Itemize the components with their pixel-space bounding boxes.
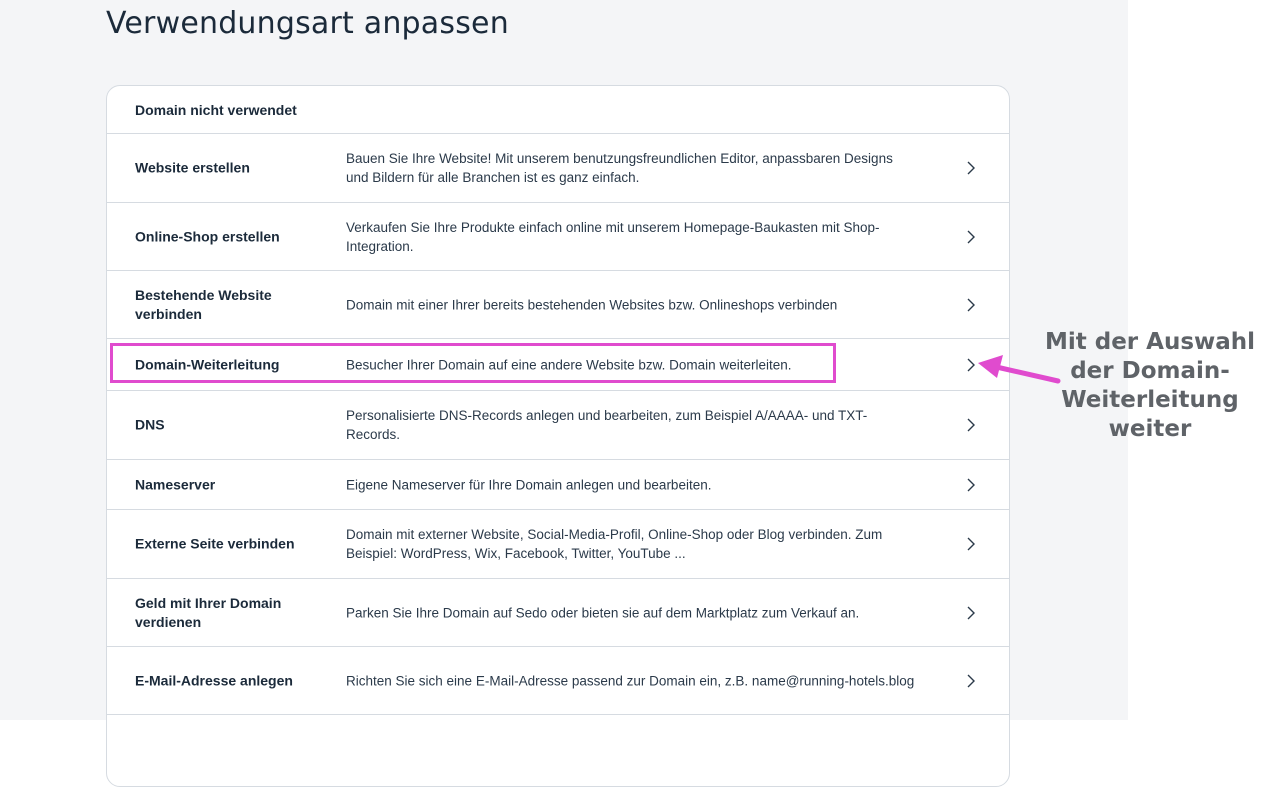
option-title: Online-Shop erstellen — [135, 228, 280, 244]
usage-type-panel: Domain nicht verwendet Website erstellen… — [106, 85, 1010, 787]
option-bestehende-website-verbinden[interactable]: Bestehende Website verbinden Domain mit … — [107, 271, 1009, 339]
option-description: Parken Sie Ihre Domain auf Sedo oder bie… — [346, 605, 860, 620]
option-next-row[interactable] — [107, 715, 1009, 783]
option-description: Richten Sie sich eine E-Mail-Adresse pas… — [346, 673, 915, 688]
chevron-right-icon[interactable] — [965, 160, 977, 176]
option-description: Verkaufen Sie Ihre Produkte einfach onli… — [346, 219, 880, 254]
chevron-right-icon[interactable] — [965, 417, 977, 433]
option-title: Nameserver — [135, 476, 216, 492]
annotation-text: Mit der Auswahl der Domain-Weiterleitung… — [1044, 329, 1256, 442]
option-description: Eigene Nameserver für Ihre Domain anlege… — [346, 477, 712, 492]
chevron-right-icon[interactable] — [965, 297, 977, 313]
chevron-right-icon[interactable] — [965, 536, 977, 552]
option-description: Domain mit externer Website, Social-Medi… — [346, 527, 883, 561]
option-title: Externe Seite verbinden — [135, 535, 295, 552]
option-description: Besucher Ihrer Domain auf eine andere We… — [346, 357, 792, 372]
page-title: Verwendungsart anpassen — [106, 6, 509, 41]
option-online-shop-erstellen[interactable]: Online-Shop erstellen Verkaufen Sie Ihre… — [107, 203, 1009, 271]
option-title: Bestehende Website verbinden — [135, 286, 272, 322]
option-email-adresse-anlegen[interactable]: E-Mail-Adresse anlegen Richten Sie sich … — [107, 647, 1009, 715]
chevron-right-icon[interactable] — [965, 229, 977, 245]
option-dns[interactable]: DNS Personalisierte DNS-Records anlegen … — [107, 391, 1009, 460]
option-title: Domain-Weiterleitung — [135, 356, 280, 372]
option-title: Geld mit Ihrer Domain verdienen — [135, 594, 282, 630]
option-description: Bauen Sie Ihre Website! Mit unserem benu… — [346, 151, 893, 185]
option-externe-seite-verbinden[interactable]: Externe Seite verbinden Domain mit exter… — [107, 510, 1009, 579]
option-domain-weiterleitung[interactable]: Domain-Weiterleitung Besucher Ihrer Doma… — [107, 339, 1009, 391]
panel-header-label: Domain nicht verwendet — [135, 102, 297, 118]
option-description: Domain mit einer Ihrer bereits bestehend… — [346, 297, 838, 312]
option-title: E-Mail-Adresse anlegen — [135, 672, 293, 688]
option-website-erstellen[interactable]: Website erstellen Bauen Sie Ihre Website… — [107, 134, 1009, 203]
panel-header: Domain nicht verwendet — [107, 86, 1009, 134]
chevron-right-icon[interactable] — [965, 605, 977, 621]
option-title: DNS — [135, 416, 165, 433]
option-title: Website erstellen — [135, 159, 250, 176]
option-description: Personalisierte DNS-Records anlegen und … — [346, 408, 868, 442]
option-geld-mit-domain-verdienen[interactable]: Geld mit Ihrer Domain verdienen Parken S… — [107, 579, 1009, 647]
option-nameserver[interactable]: Nameserver Eigene Nameserver für Ihre Do… — [107, 460, 1009, 510]
chevron-right-icon[interactable] — [965, 673, 977, 689]
chevron-right-icon[interactable] — [965, 477, 977, 493]
